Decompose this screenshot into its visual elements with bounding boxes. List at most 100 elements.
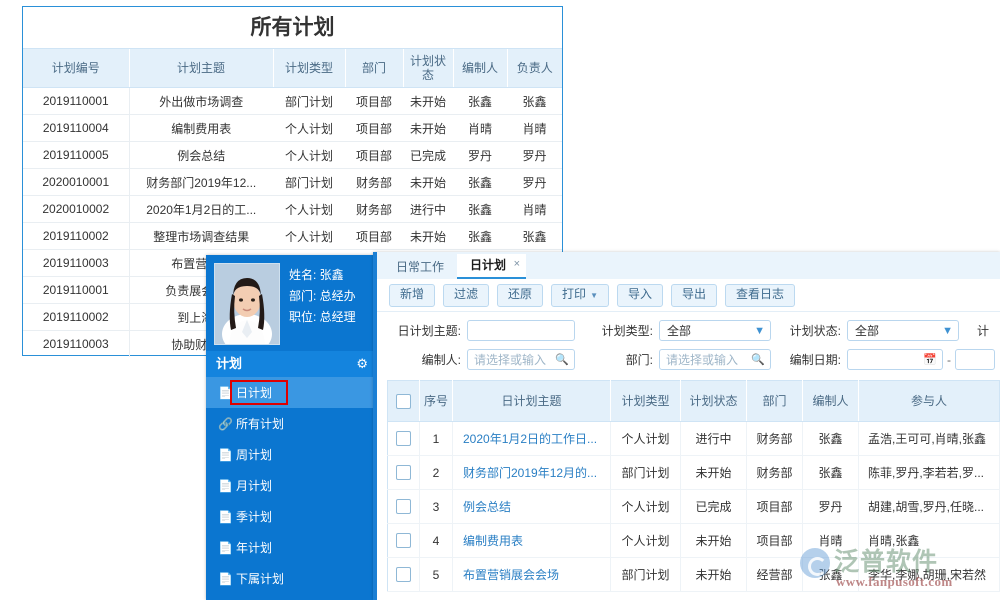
search-icon[interactable]: 🔍 [550, 353, 574, 366]
col-participants[interactable]: 参与人 [859, 381, 1000, 422]
table-row[interactable]: 12020年1月2日的工作日...个人计划进行中财务部张鑫孟浩,王可可,肖晴,张… [388, 422, 1000, 456]
row-checkbox[interactable] [396, 533, 411, 548]
creator-label: 编制人: [377, 351, 461, 368]
cell: 张鑫 [507, 223, 562, 250]
clipped-label: 计 [959, 322, 989, 339]
all-plans-header-row: 计划编号 计划主题 计划类型 部门 计划状态 编制人 负责人 [23, 49, 562, 88]
table-row[interactable]: 20200100022020年1月2日的工...个人计划财务部进行中张鑫肖晴 [23, 196, 562, 223]
table-row[interactable]: 2020010001财务部门2019年12...部门计划财务部未开始张鑫罗丹 [23, 169, 562, 196]
sidebar-item-label: 季计划 [236, 508, 272, 525]
profile-fields: 姓名: 张鑫 部门: 总经办 职位: 总经理 [289, 263, 356, 345]
toolbar-button-6[interactable]: 查看日志 [725, 284, 795, 307]
col-creator[interactable]: 编制人 [453, 49, 507, 88]
creator-input[interactable]: 请选择或输入 🔍 [467, 349, 575, 370]
row-checkbox[interactable] [396, 567, 411, 582]
cell: 2020年1月2日的工... [129, 196, 273, 223]
table-row[interactable]: 3例会总结个人计划已完成项目部罗丹胡建,胡雪,罗丹,任晓... [388, 490, 1000, 524]
cell: 2020010002 [23, 196, 129, 223]
table-row[interactable]: 2019110001外出做市场调查部门计划项目部未开始张鑫张鑫 [23, 88, 562, 115]
col-daily-subject[interactable]: 日计划主题 [453, 381, 611, 422]
chevron-down-icon: ▼ [590, 291, 598, 300]
sidebar-item-0[interactable]: 📄日计划 [206, 377, 378, 408]
search-icon-2[interactable]: 🔍 [746, 353, 770, 366]
col-daily-dept[interactable]: 部门 [747, 381, 803, 422]
sidebar-item-6[interactable]: 📄下属计划 [206, 563, 378, 594]
col-plan-type[interactable]: 计划类型 [273, 49, 345, 88]
cell: 个人计划 [273, 223, 345, 250]
cell: 陈菲,罗丹,李若若,罗... [859, 456, 1000, 490]
toolbar-button-2[interactable]: 还原 [497, 284, 543, 307]
row-checkbox[interactable] [396, 431, 411, 446]
cell: 1 [420, 422, 453, 456]
col-plan-status[interactable]: 计划状态 [403, 49, 453, 88]
select-all-checkbox[interactable] [396, 394, 411, 409]
col-plan-subject[interactable]: 计划主题 [129, 49, 273, 88]
cell: 5 [420, 558, 453, 592]
sidebar-section-header: 计划 ⚙ [206, 351, 378, 377]
type-select[interactable]: 全部 ▼ [659, 320, 771, 341]
dept-input[interactable]: 请选择或输入 🔍 [659, 349, 771, 370]
col-dept[interactable]: 部门 [345, 49, 403, 88]
col-owner[interactable]: 负责人 [507, 49, 562, 88]
row-checkbox-cell[interactable] [388, 524, 420, 558]
cell: 肖晴 [507, 196, 562, 223]
daily-grid-wrapper: 序号 日计划主题 计划类型 计划状态 部门 编制人 参与人 12020年1月2日… [377, 380, 1000, 592]
col-daily-type[interactable]: 计划类型 [611, 381, 681, 422]
tab-label: 日常工作 [396, 260, 444, 274]
close-icon[interactable]: × [514, 253, 520, 276]
row-checkbox-cell[interactable] [388, 490, 420, 524]
row-checkbox[interactable] [396, 465, 411, 480]
toolbar-button-0[interactable]: 新增 [389, 284, 435, 307]
date-from-input[interactable]: 📅 [847, 349, 943, 370]
row-checkbox[interactable] [396, 499, 411, 514]
row-checkbox-cell[interactable] [388, 456, 420, 490]
document-icon: 📄 [218, 448, 236, 462]
cell: 个人计划 [611, 422, 681, 456]
tab-1[interactable]: 日计划× [457, 254, 526, 279]
cell: 未开始 [681, 558, 747, 592]
sidebar-item-3[interactable]: 📄月计划 [206, 470, 378, 501]
cell: 3 [420, 490, 453, 524]
cell: 已完成 [681, 490, 747, 524]
cell: 张鑫 [453, 88, 507, 115]
toolbar-button-label: 导入 [628, 287, 652, 301]
table-row[interactable]: 2019110004编制费用表个人计划项目部未开始肖晴肖晴 [23, 115, 562, 142]
table-row[interactable]: 4编制费用表个人计划未开始项目部肖晴肖晴,张鑫 [388, 524, 1000, 558]
toolbar-button-4[interactable]: 导入 [617, 284, 663, 307]
gear-icon[interactable]: ⚙ [356, 351, 368, 377]
col-daily-creator[interactable]: 编制人 [803, 381, 859, 422]
sidebar-item-4[interactable]: 📄季计划 [206, 501, 378, 532]
col-select-all[interactable] [388, 381, 420, 422]
table-row[interactable]: 5布置营销展会会场部门计划未开始经营部张鑫李华,李娜,胡珊,宋若然 [388, 558, 1000, 592]
subject-input[interactable] [467, 320, 575, 341]
cell: 已完成 [403, 142, 453, 169]
all-plans-title: 所有计划 [23, 7, 562, 49]
sidebar-item-label: 周计划 [236, 446, 272, 463]
sidebar-item-1[interactable]: 🔗所有计划 [206, 408, 378, 439]
table-row[interactable]: 2019110002整理市场调查结果个人计划项目部未开始张鑫张鑫 [23, 223, 562, 250]
cell: 项目部 [747, 490, 803, 524]
date-range-separator: - [943, 353, 955, 367]
sidebar-item-5[interactable]: 📄年计划 [206, 532, 378, 563]
cell: 项目部 [747, 524, 803, 558]
table-row[interactable]: 2财务部门2019年12月的...部门计划未开始财务部张鑫陈菲,罗丹,李若若,罗… [388, 456, 1000, 490]
toolbar-button-5[interactable]: 导出 [671, 284, 717, 307]
status-select[interactable]: 全部 ▼ [847, 320, 959, 341]
filter-row-1: 日计划主题: 计划类型: 全部 ▼ 计划状态: 全部 ▼ 计 [377, 318, 1000, 343]
row-checkbox-cell[interactable] [388, 422, 420, 456]
row-checkbox-cell[interactable] [388, 558, 420, 592]
sidebar-section-title: 计划 [216, 351, 242, 377]
col-plan-no[interactable]: 计划编号 [23, 49, 129, 88]
sidebar-item-2[interactable]: 📄周计划 [206, 439, 378, 470]
tab-0[interactable]: 日常工作 [383, 256, 457, 279]
cell: 整理市场调查结果 [129, 223, 273, 250]
calendar-icon[interactable]: 📅 [918, 353, 942, 366]
toolbar-button-3[interactable]: 打印▼ [551, 284, 609, 307]
col-daily-status[interactable]: 计划状态 [681, 381, 747, 422]
date-to-input[interactable] [955, 349, 995, 370]
sidebar-menu: 📄日计划🔗所有计划📄周计划📄月计划📄季计划📄年计划📄下属计划 [206, 377, 378, 594]
filter-panel: 日计划主题: 计划类型: 全部 ▼ 计划状态: 全部 ▼ 计 编制人: 请选择或… [377, 312, 1000, 380]
toolbar-button-1[interactable]: 过滤 [443, 284, 489, 307]
table-row[interactable]: 2019110005例会总结个人计划项目部已完成罗丹罗丹 [23, 142, 562, 169]
col-index[interactable]: 序号 [420, 381, 453, 422]
